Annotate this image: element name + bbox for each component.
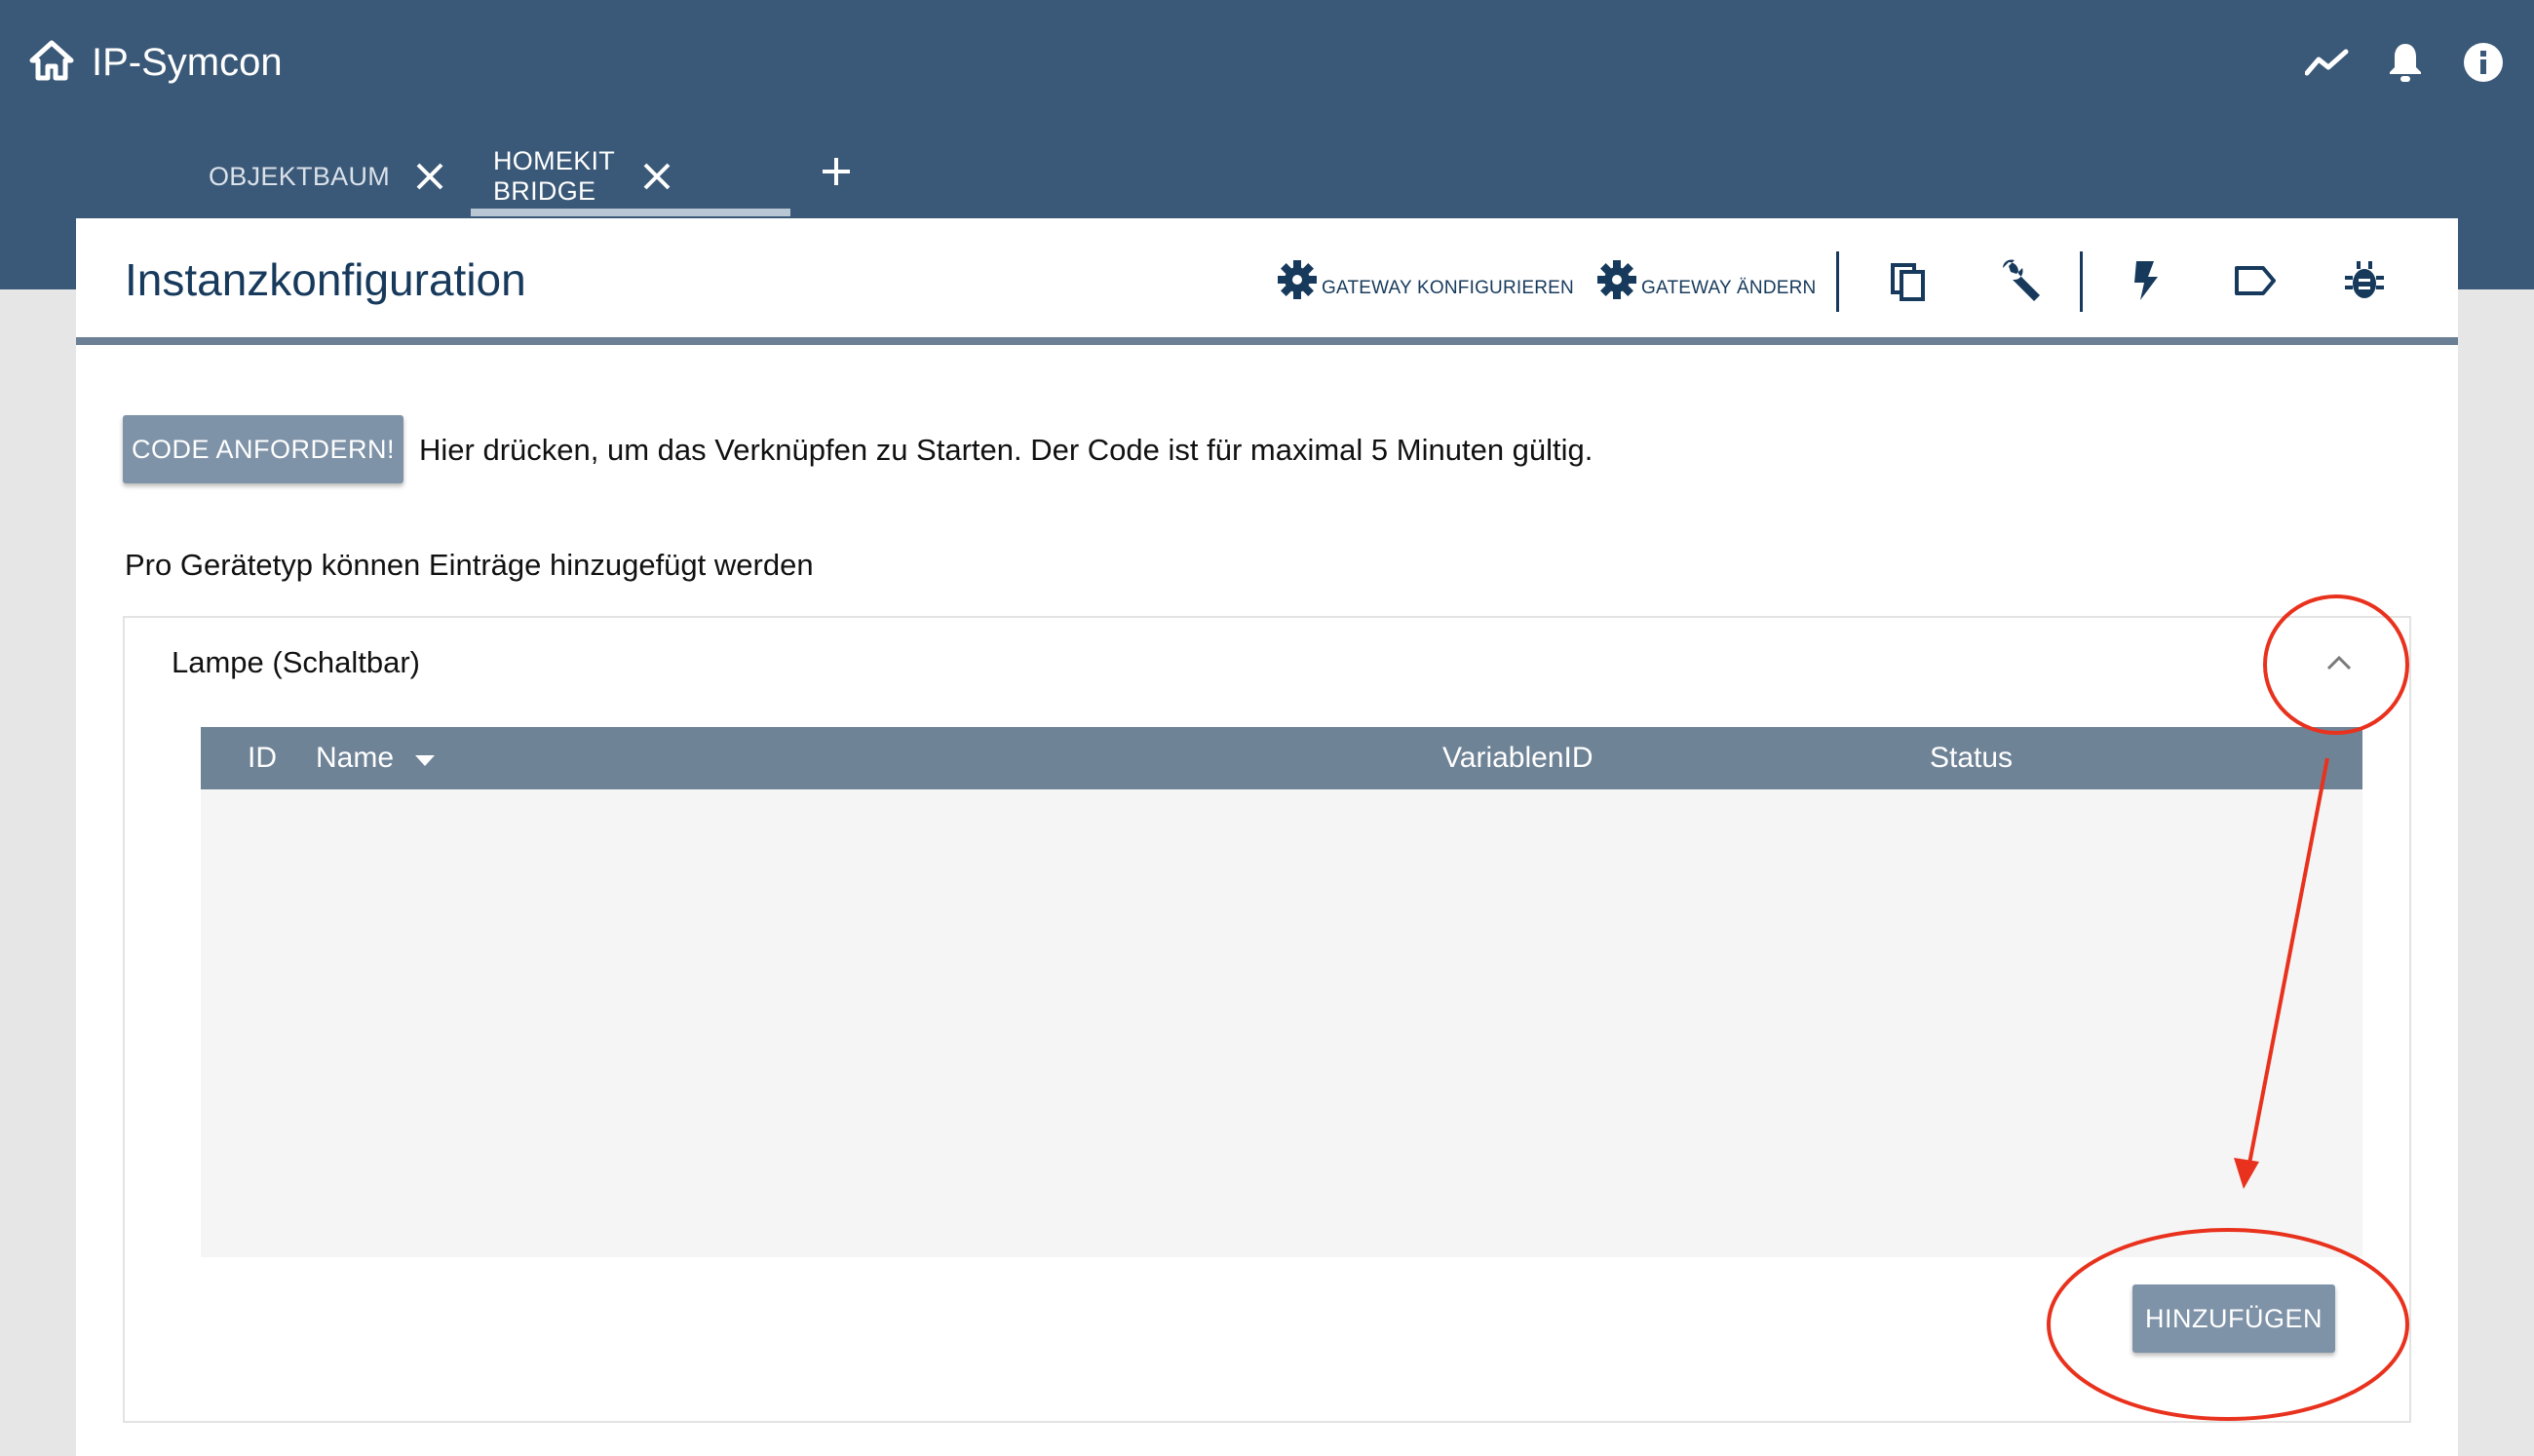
panel-header: Instanzkonfiguration GATEWAY KONFIGURIER… xyxy=(76,218,2458,345)
gateway-change-label: GATEWAY ÄNDERN xyxy=(1641,278,1817,298)
gateway-configure-label: GATEWAY KONFIGURIEREN xyxy=(1322,278,1574,298)
app-title: IP-Symcon xyxy=(92,40,283,84)
gateway-configure-button[interactable]: GATEWAY KONFIGURIEREN xyxy=(1277,257,1574,306)
header-divider xyxy=(1836,251,1839,312)
column-header-id[interactable]: ID xyxy=(248,727,277,789)
gear-icon xyxy=(1596,259,1637,305)
chevron-up-icon xyxy=(2324,653,2354,677)
column-header-name[interactable]: Name xyxy=(316,727,436,789)
add-entry-button[interactable]: HINZUFÜGEN xyxy=(2132,1284,2335,1353)
code-description: Hier drücken, um das Verknüpfen zu Start… xyxy=(419,433,1593,467)
bug-icon[interactable] xyxy=(2337,253,2392,308)
copy-icon[interactable] xyxy=(1881,253,1936,308)
request-code-button[interactable]: CODE ANFORDERN! xyxy=(123,415,403,483)
info-icon[interactable] xyxy=(2458,37,2509,88)
close-icon[interactable] xyxy=(642,160,672,193)
page-title: Instanzkonfiguration xyxy=(125,254,526,305)
gear-icon xyxy=(1277,259,1318,305)
close-icon[interactable] xyxy=(413,160,446,193)
tab-objektbaum[interactable]: OBJEKTBAUM xyxy=(209,134,446,218)
wrench-icon[interactable] xyxy=(1992,253,2047,308)
bell-icon[interactable] xyxy=(2380,37,2431,88)
sort-down-icon xyxy=(415,742,436,775)
tab-label: OBJEKTBAUM xyxy=(209,161,391,191)
section-description: Pro Gerätetyp können Einträge hinzugefüg… xyxy=(125,548,814,582)
flash-icon[interactable] xyxy=(2119,253,2173,308)
table-header: ID Name VariablenID Status xyxy=(201,727,2362,789)
header-divider xyxy=(2080,251,2083,312)
tab-label: HOMEKIT BRIDGE xyxy=(493,146,615,206)
gateway-change-button[interactable]: GATEWAY ÄNDERN xyxy=(1596,257,1816,306)
home-icon[interactable] xyxy=(29,39,74,87)
brand[interactable]: IP-Symcon xyxy=(29,37,283,88)
label-icon[interactable] xyxy=(2228,253,2283,308)
table-body xyxy=(201,789,2362,1257)
column-name-label: Name xyxy=(316,742,395,774)
column-header-status[interactable]: Status xyxy=(1930,727,2013,789)
column-header-variablenid[interactable]: VariablenID xyxy=(1442,727,1593,789)
add-tab-button[interactable] xyxy=(817,152,856,191)
card-title: Lampe (Schaltbar) xyxy=(172,645,421,679)
tab-homekit-bridge[interactable]: HOMEKIT BRIDGE xyxy=(493,134,672,218)
collapse-button[interactable] xyxy=(2316,641,2362,688)
trend-icon[interactable] xyxy=(2302,37,2353,88)
active-tab-indicator xyxy=(471,209,790,216)
